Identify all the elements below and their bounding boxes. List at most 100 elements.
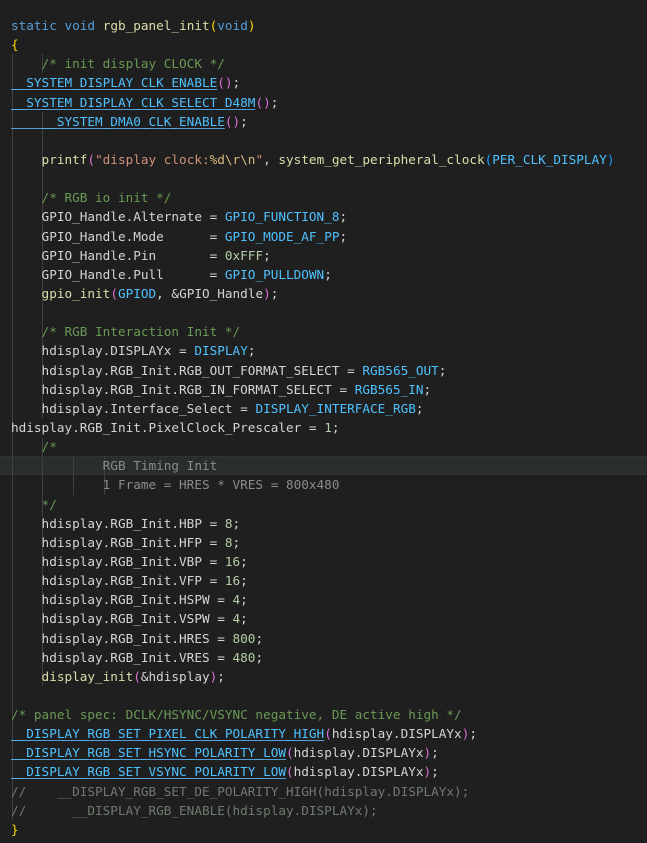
code-token: rgb_panel_init — [102, 18, 210, 33]
code-line[interactable]: hdisplay.DISPLAYx = DISPLAY; — [0, 341, 647, 361]
code-line[interactable] — [0, 130, 647, 150]
code-token: ( — [133, 668, 141, 684]
code-line[interactable]: hdisplay.RGB_Init.VSPW = 4; — [0, 609, 647, 629]
code-token: = — [163, 228, 225, 244]
code-line[interactable]: // __DISPLAY_RGB_SET_DE_POLARITY_HIGH(hd… — [0, 781, 647, 801]
code-line[interactable]: hdisplay.RGB_Init.HFP = 8; — [0, 532, 647, 552]
code-token: /* RGB io init */ — [11, 190, 172, 206]
code-token: RGB565_IN — [354, 381, 424, 397]
code-line[interactable] — [0, 169, 647, 189]
code-token: RGB Timing Init — [11, 458, 218, 474]
code-token: ; — [270, 94, 279, 110]
code-token: 16 — [224, 553, 241, 569]
code-token: 8 — [224, 515, 233, 531]
code-token: " — [255, 151, 264, 167]
code-line[interactable]: hdisplay.RGB_Init.HRES = 800; — [0, 628, 647, 648]
code-lines: static void rgb_panel_init(void){ /* ini… — [0, 16, 647, 839]
code-line[interactable]: hdisplay.RGB_Init.RGB_OUT_FORMAT_SELECT … — [0, 360, 647, 380]
code-token: hdisplay.DISPLAYx — [11, 343, 172, 359]
code-token: GPIO_Handle.Mode — [11, 228, 164, 244]
code-line[interactable]: /* panel spec: DCLK/HSYNC/VSYNC negative… — [0, 705, 647, 725]
code-token: = — [163, 266, 225, 282]
code-token: ; — [247, 343, 256, 359]
code-line[interactable]: __DISPLAY_RGB_SET_HSYNC_POLARITY_LOW(hdi… — [0, 743, 647, 763]
code-token: 800 — [232, 630, 256, 646]
code-line[interactable]: static void rgb_panel_init(void) — [0, 16, 647, 35]
code-token: hdisplay.Interface_Select — [11, 400, 233, 416]
code-token: /* init display CLOCK */ — [11, 56, 225, 72]
code-line[interactable]: __DISPLAY_RGB_SET_VSYNC_POLARITY_LOW(hdi… — [0, 762, 647, 782]
code-line[interactable]: /* RGB Interaction Init */ — [0, 322, 647, 342]
code-editor[interactable]: static void rgb_panel_init(void){ /* ini… — [0, 0, 647, 843]
code-line[interactable]: hdisplay.Interface_Select = DISPLAY_INTE… — [0, 398, 647, 418]
code-line[interactable]: __DISPLAY_RGB_SET_PIXEL_CLK_POLARITY_HIG… — [0, 724, 647, 744]
code-token: = — [201, 553, 225, 569]
code-line[interactable]: __SYSTEM_DISPLAY_CLK_ENABLE(); — [0, 73, 647, 93]
code-token: hdisplay.RGB_Init.HFP — [11, 534, 202, 550]
code-line[interactable]: GPIO_Handle.Pull = GPIO_PULLDOWN; — [0, 264, 647, 284]
code-token: ; — [438, 362, 447, 378]
code-line[interactable]: gpio_init(GPIOD, &GPIO_Handle); — [0, 283, 647, 304]
code-token: GPIOD — [117, 285, 157, 301]
code-token: RGB565_OUT — [362, 362, 439, 378]
code-token: GPIO_Handle.Pin — [11, 247, 157, 263]
code-line[interactable]: GPIO_Handle.Mode = GPIO_MODE_AF_PP; — [0, 226, 647, 246]
code-token: = — [232, 400, 256, 416]
code-token: %d\r\n — [209, 151, 256, 167]
code-line[interactable]: hdisplay.RGB_Init.VBP = 16; — [0, 551, 647, 572]
code-line[interactable]: 1 Frame = HRES * VRES = 800x480 — [0, 475, 647, 495]
code-token: } — [11, 821, 19, 837]
code-line[interactable]: /* init display CLOCK */ — [0, 54, 647, 74]
code-token: = — [301, 419, 325, 435]
code-line[interactable]: GPIO_Handle.Alternate = GPIO_FUNCTION_8; — [0, 207, 647, 227]
code-token: hdisplay.DISPLAYx — [293, 764, 424, 780]
code-line[interactable]: __SYSTEM_DMA0_CLK_ENABLE(); — [0, 111, 647, 131]
code-line[interactable]: // __DISPLAY_RGB_ENABLE(hdisplay.DISPLAY… — [0, 800, 647, 820]
indent-guide — [42, 169, 43, 189]
code-token: 16 — [224, 573, 241, 589]
code-token: ) — [247, 18, 256, 33]
code-line[interactable]: hdisplay.RGB_Init.HSPW = 4; — [0, 590, 647, 610]
code-line[interactable]: hdisplay.RGB_Init.VRES = 480; — [0, 647, 647, 667]
code-token: ; — [431, 764, 439, 780]
code-token: hdisplay.RGB_Init.VFP — [11, 573, 202, 589]
code-token: () — [224, 113, 241, 129]
code-token: __SYSTEM_DISPLAY_CLK_ENABLE — [11, 75, 218, 91]
code-line[interactable]: } — [0, 820, 647, 839]
indent-guide — [12, 303, 13, 323]
code-token: hdisplay.RGB_Init.HRES — [11, 630, 210, 646]
code-token: ; — [339, 209, 348, 225]
code-token: 1 — [324, 419, 332, 435]
code-token: void — [217, 18, 248, 33]
code-line[interactable] — [0, 303, 647, 323]
code-line[interactable]: hdisplay.RGB_Init.RGB_IN_FORMAT_SELECT =… — [0, 379, 647, 399]
code-token: , & — [156, 285, 180, 301]
code-line[interactable]: */ — [0, 494, 647, 514]
code-line[interactable]: display_init(&hdisplay); — [0, 666, 647, 686]
code-line[interactable]: /* RGB io init */ — [0, 188, 647, 208]
code-token: , — [263, 151, 279, 167]
code-token: ; — [339, 228, 348, 244]
code-token: = — [339, 362, 363, 378]
code-token: ; — [331, 419, 340, 435]
code-token: ; — [217, 668, 225, 684]
code-line[interactable]: /* — [0, 437, 647, 457]
code-token: 8 — [224, 534, 233, 550]
code-token: = — [201, 515, 225, 531]
indent-guide — [12, 169, 13, 189]
code-line[interactable]: hdisplay.RGB_Init.HBP = 8; — [0, 513, 647, 533]
code-line[interactable]: hdisplay.RGB_Init.VFP = 16; — [0, 571, 647, 591]
code-line[interactable]: GPIO_Handle.Pin = 0xFFF; — [0, 245, 647, 265]
code-line[interactable]: RGB Timing Init — [0, 456, 647, 476]
code-token: system_get_peripheral_clock — [278, 151, 485, 167]
code-line[interactable]: hdisplay.RGB_Init.PixelClock_Prescaler =… — [0, 417, 647, 438]
code-token: = — [331, 381, 355, 397]
code-token: hdisplay.RGB_Init.HBP — [11, 515, 202, 531]
code-line[interactable] — [0, 685, 647, 706]
code-line[interactable]: printf("display clock:%d\r\n", system_ge… — [0, 149, 647, 170]
code-token: ( — [324, 726, 332, 742]
code-line[interactable]: { — [0, 35, 647, 54]
code-token: ; — [255, 649, 264, 665]
code-token: // __DISPLAY_RGB_SET_DE_POLARITY_HIGH(hd… — [11, 783, 470, 799]
code-line[interactable]: __SYSTEM_DISPLAY_CLK_SELECT_D48M(); — [0, 92, 647, 112]
